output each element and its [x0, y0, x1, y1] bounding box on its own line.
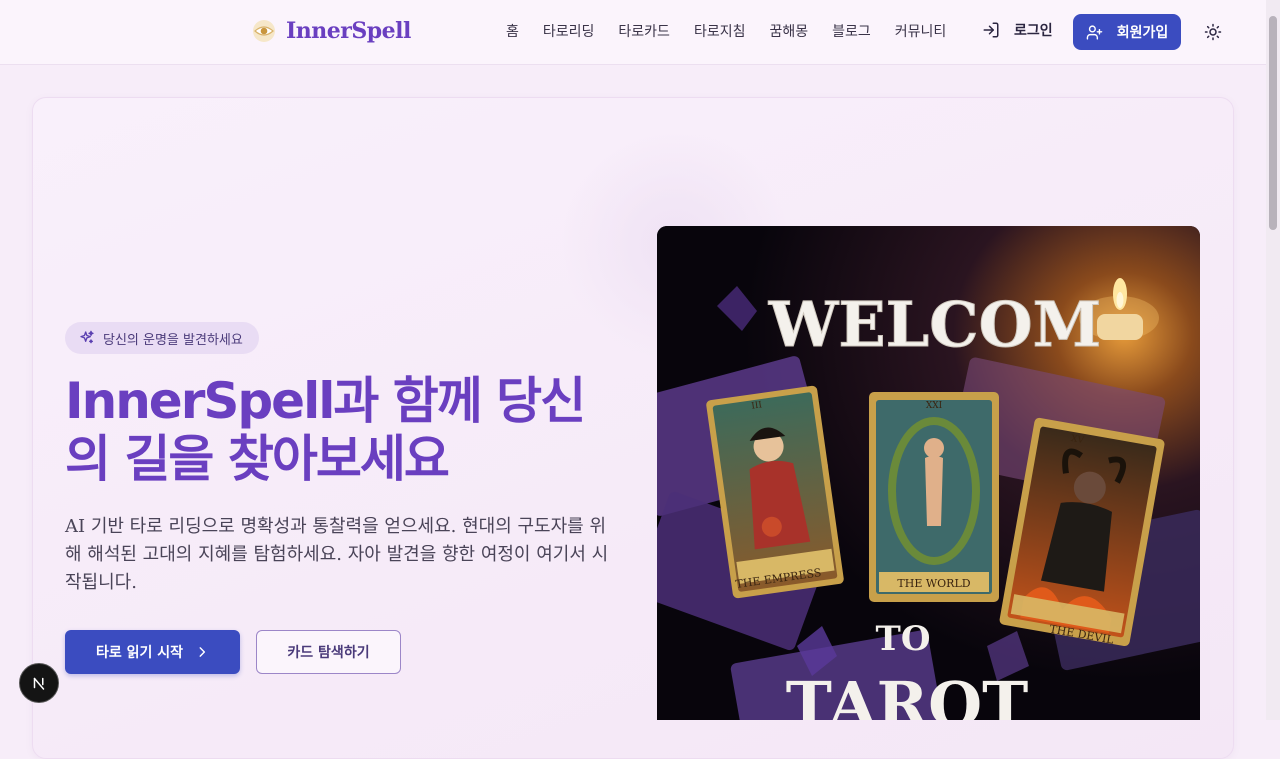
nav-tarot-reading[interactable]: 타로리딩 [543, 21, 595, 41]
hero-badge: 당신의 운명을 발견하세요 [65, 322, 259, 354]
image-title-line-3: TAROT [786, 668, 1029, 720]
card-label-world: THE WORLD [897, 577, 970, 590]
headline-line-1: InnerSpell과 함께 당신 [65, 372, 586, 430]
explore-cards-label: 카드 탐색하기 [287, 645, 370, 661]
login-icon [983, 22, 999, 38]
headline-line-2: 의 길을 찾아보세요 [65, 430, 450, 488]
main-nav: 홈 타로리딩 타로카드 타로지침 꿈해몽 블로그 커뮤니티 [506, 21, 970, 41]
logo-text: InnerSpell [286, 18, 411, 44]
card-numeral-empress: III [751, 400, 763, 411]
hero-headline: InnerSpell과 함께 당신 의 길을 찾아보세요 [65, 372, 625, 488]
eye-logo-icon [253, 20, 275, 42]
signup-label: 회원가입 [1116, 25, 1169, 41]
explore-cards-button[interactable]: 카드 탐색하기 [256, 630, 401, 674]
image-title-line-1: WELCOM [768, 288, 1101, 361]
nav-home[interactable]: 홈 [506, 21, 519, 41]
nav-tarot-guide[interactable]: 타로지침 [694, 21, 746, 41]
card-numeral-world: XXI [926, 401, 943, 411]
nav-blog[interactable]: 블로그 [832, 21, 871, 41]
nextjs-logo-icon [33, 677, 45, 690]
nextjs-badge[interactable] [19, 663, 59, 703]
scrollbar-thumb[interactable] [1269, 16, 1277, 230]
login-button[interactable]: 로그인 [982, 20, 1053, 40]
sparkles-icon [80, 330, 94, 344]
nav-community[interactable]: 커뮤니티 [895, 21, 947, 41]
hero-description: AI 기반 타로 리딩으로 명확성과 통찰력을 얻으세요. 현대의 구도자를 위… [65, 516, 609, 593]
page-scrollbar[interactable] [1266, 0, 1280, 720]
start-reading-label: 타로 읽기 시작 [95, 645, 184, 661]
nav-tarot-cards[interactable]: 타로카드 [618, 21, 670, 41]
user-plus-icon [1086, 24, 1103, 40]
nav-dream[interactable]: 꿈해몽 [769, 21, 808, 41]
chevron-right-icon [199, 647, 206, 657]
signup-button[interactable]: 회원가입 [1073, 14, 1181, 50]
sun-icon [1204, 23, 1222, 41]
image-title-line-2: TO [876, 619, 931, 659]
hero-tarot-image: WELCOM TO TAROT THE EMPRESS THE WORLD TH… [657, 226, 1200, 720]
site-header: InnerSpell 홈 타로리딩 타로카드 타로지침 꿈해몽 블로그 커뮤니티… [0, 0, 1266, 65]
start-reading-button[interactable]: 타로 읽기 시작 [65, 630, 240, 674]
hero-badge-text: 당신의 운명을 발견하세요 [103, 332, 243, 348]
login-label: 로그인 [1014, 23, 1053, 39]
tarot-illustration: WELCOM TO TAROT THE EMPRESS THE WORLD TH… [657, 226, 1200, 720]
logo[interactable]: InnerSpell [252, 18, 411, 44]
theme-toggle[interactable] [1204, 23, 1222, 45]
